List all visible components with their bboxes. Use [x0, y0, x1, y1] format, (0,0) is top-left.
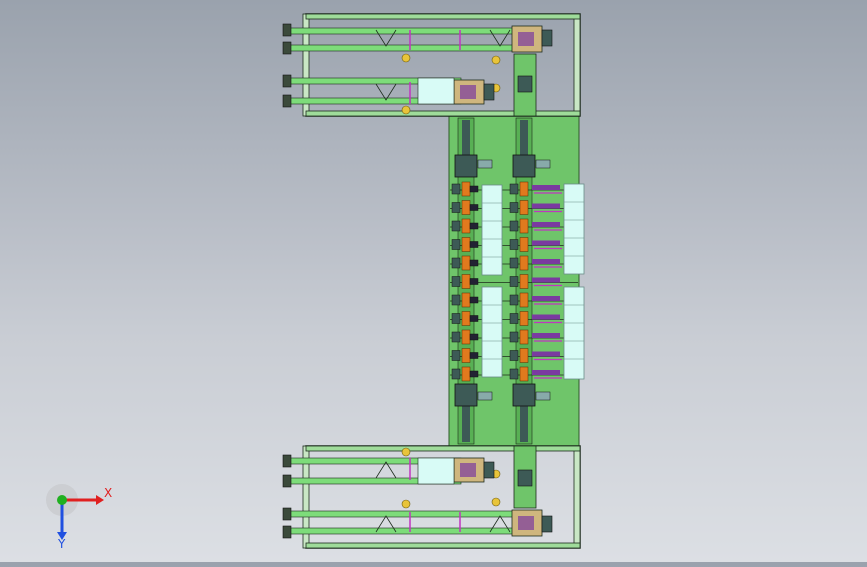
y-axis-label: Y: [57, 537, 66, 548]
x-axis-label: X: [104, 486, 112, 500]
conveyor-assembly-model[interactable]: [0, 0, 867, 562]
cad-model-viewport[interactable]: X Y: [0, 0, 867, 562]
upper-conveyor-frame: [282, 13, 581, 117]
lower-conveyor-frame: [282, 445, 581, 549]
coordinate-triad-icon: X Y: [46, 484, 112, 548]
